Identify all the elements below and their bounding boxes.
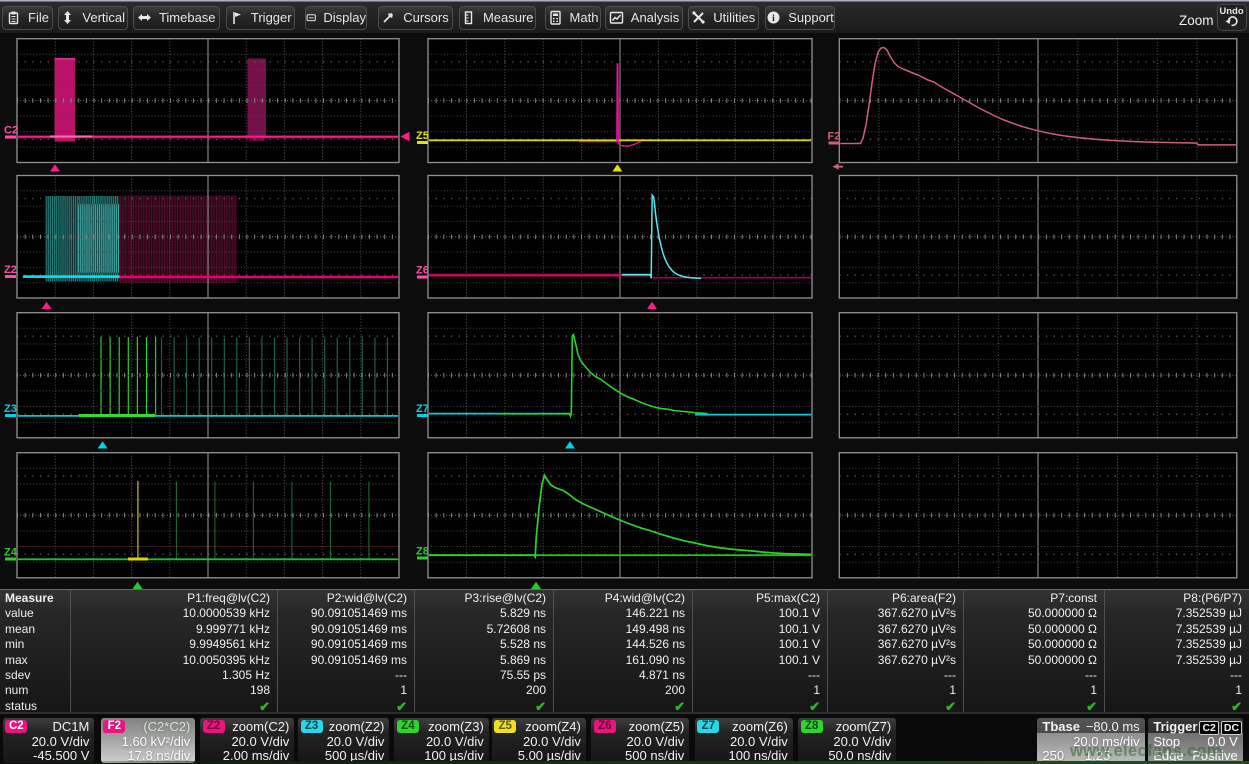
svg-text:Z4: Z4 bbox=[4, 547, 18, 559]
svg-text:Z6: Z6 bbox=[416, 265, 429, 277]
svg-text:C2: C2 bbox=[4, 125, 18, 137]
svg-text:F2: F2 bbox=[828, 131, 841, 143]
svg-text:Z2: Z2 bbox=[4, 264, 17, 276]
svg-text:Z7: Z7 bbox=[416, 403, 429, 415]
svg-text:Z3: Z3 bbox=[4, 403, 17, 415]
svg-text:i: i bbox=[772, 14, 775, 24]
svg-text:Z8: Z8 bbox=[416, 546, 429, 558]
svg-text:Z5: Z5 bbox=[416, 130, 429, 142]
